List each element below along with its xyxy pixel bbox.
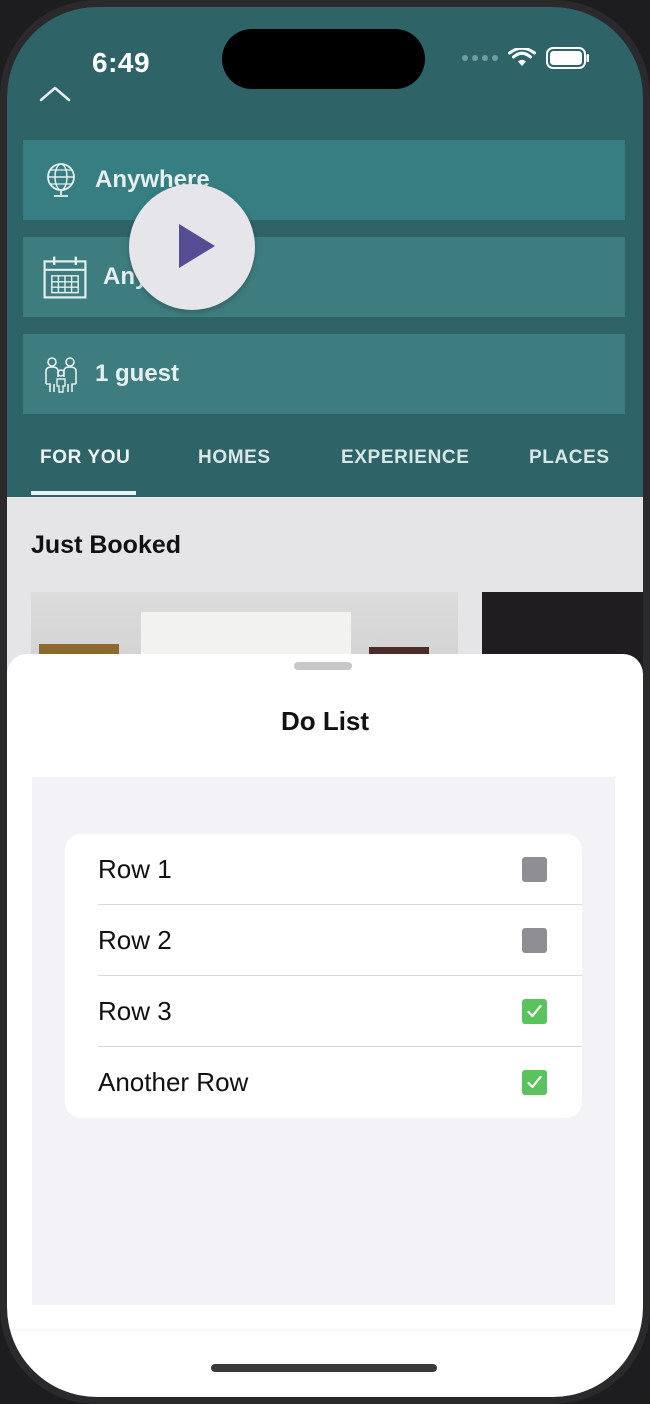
globe-icon xyxy=(47,163,75,197)
row-label: Row 2 xyxy=(98,925,172,955)
status-time: 6:49 xyxy=(92,47,151,78)
device-frame: 6:49 Anywhere 1 guest FOR YOU HOMES EXPE… xyxy=(0,0,650,1404)
tab-experience[interactable]: EXPERIENCE xyxy=(341,447,469,469)
dynamic-island xyxy=(222,29,425,89)
section-title: Just Booked xyxy=(31,531,182,559)
when-field[interactable]: Anytime xyxy=(23,237,625,317)
row-label: Row 3 xyxy=(98,996,172,1026)
checkbox-checked[interactable] xyxy=(522,1070,547,1095)
where-field[interactable]: Anywhere xyxy=(23,140,625,220)
wifi-icon xyxy=(508,48,536,66)
list-item[interactable]: Row 2 xyxy=(65,905,582,976)
checkmark-icon xyxy=(527,1075,542,1089)
category-tabs: FOR YOU HOMES EXPERIENCE PLACES xyxy=(7,429,643,497)
tab-for-you[interactable]: FOR YOU xyxy=(40,447,130,469)
family-icon xyxy=(45,357,77,393)
play-icon xyxy=(179,224,215,268)
selected-tab-indicator xyxy=(31,491,136,495)
guests-value: 1 guest xyxy=(95,360,180,387)
row-label: Row 1 xyxy=(98,854,172,884)
checkbox-unchecked[interactable] xyxy=(522,928,547,953)
status-icons xyxy=(462,47,590,69)
do-list: Row 1 Row 2 Row 3 Another Row xyxy=(65,834,582,1118)
tab-places[interactable]: PLACES xyxy=(529,447,610,469)
play-button[interactable] xyxy=(129,184,255,310)
home-indicator[interactable] xyxy=(211,1364,437,1372)
tab-homes[interactable]: HOMES xyxy=(198,447,271,469)
list-item[interactable]: Row 3 xyxy=(65,976,582,1047)
battery-icon xyxy=(546,47,589,69)
sheet-grabber[interactable] xyxy=(294,662,352,670)
list-item[interactable]: Row 1 xyxy=(65,834,582,905)
row-label: Another Row xyxy=(98,1067,249,1097)
guests-field[interactable]: 1 guest xyxy=(23,334,625,414)
checkbox-checked[interactable] xyxy=(522,999,547,1024)
calendar-icon xyxy=(43,256,87,299)
checkbox-unchecked[interactable] xyxy=(522,857,547,882)
list-item[interactable]: Another Row xyxy=(65,1047,582,1118)
do-list-sheet: Do List Row 1 Row 2 Row 3 Another Row xyxy=(7,654,643,1331)
cellular-signal-icon xyxy=(462,55,498,61)
sheet-title: Do List xyxy=(280,706,370,736)
chevron-up-icon[interactable] xyxy=(37,80,73,104)
checkmark-icon xyxy=(527,1004,542,1018)
screen: 6:49 Anywhere 1 guest FOR YOU HOMES EXPE… xyxy=(7,7,643,1397)
